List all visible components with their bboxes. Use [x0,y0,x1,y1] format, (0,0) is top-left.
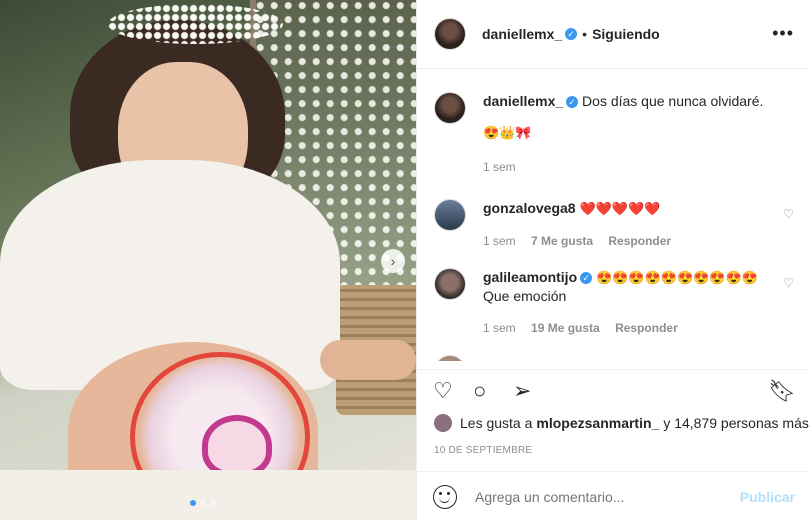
caption-emojis: 😍👑🎀 [483,125,532,140]
likes-prefix: Les gusta a [460,415,533,431]
author-username[interactable]: daniellemx_ [482,26,562,42]
carousel-indicator [190,500,216,506]
commenter-avatar[interactable] [434,355,466,361]
comment-body: gonzalovega8 ❤️❤️❤️❤️❤️ 1 sem 7 Me gusta… [483,199,773,250]
comment-meta: 1 sem 7 Me gusta Responder [483,232,773,250]
photo-flower-crown [108,4,283,44]
comment-likes[interactable]: 19 Me gusta [531,321,600,335]
comment-time[interactable]: 1 sem [483,234,516,248]
bookmark-icon[interactable]: 🔖︎ [768,378,796,404]
comment-meta: 1 sem 19 Me gusta Responder [483,319,773,337]
post-header: daniellemx_ ✓ • Siguiendo ••• [417,0,809,69]
carousel-dot [200,500,206,506]
comment-text-line2: Que emoción [483,288,567,304]
reply-button[interactable]: Responder [608,234,671,248]
instagram-post: › daniellemx_ ✓ • Siguiendo ••• danielle… [0,0,809,520]
commenter-avatar[interactable] [434,268,466,300]
comment-body: galileamontijo ✓ 😍😍😍😍😍😍😍😍😍😍 Que emoción 1… [483,268,773,337]
more-options-icon[interactable]: ••• [772,23,794,44]
post-date[interactable]: 10 DE SEPTIEMBRE [434,445,532,456]
comment-bubble-icon[interactable]: ○ [473,378,486,404]
comment-time[interactable]: 1 sem [483,321,516,335]
post-photo[interactable]: › [0,0,416,520]
comment-input[interactable] [473,487,727,506]
comment-username[interactable]: galileamontijo [483,269,577,285]
like-comment-heart-icon[interactable]: ♡ [783,207,794,221]
carousel-dot-active [190,500,196,506]
chevron-right-icon: › [390,253,396,269]
likes-suffix[interactable]: y 14,879 personas más [663,415,809,431]
photo-pants [0,470,416,520]
verified-badge-icon: ✓ [580,272,593,284]
comments-list[interactable]: daniellemx_ ✓ Dos días que nunca olvidaré… [417,69,809,361]
caption-text: Dos días que nunca olvidaré. [582,93,764,109]
comment-username[interactable]: gonzalovega8 [483,200,576,216]
header-separator: • [582,26,588,42]
caption-username[interactable]: daniellemx_ [483,93,563,109]
publish-button[interactable]: Publicar [740,489,795,505]
verified-badge-icon: ✓ [565,28,578,40]
verified-badge-icon: ✓ [566,96,579,108]
caption-body: daniellemx_ ✓ Dos días que nunca olvidaré… [483,92,773,176]
post-side-panel: daniellemx_ ✓ • Siguiendo ••• daniellemx… [416,0,809,520]
reply-button[interactable]: Responder [615,321,678,335]
carousel-next-button[interactable]: › [381,249,405,273]
post-actions: ♡ ○ ➢ 🔖︎ [417,369,809,410]
liker-avatar [434,414,452,432]
photo-painted-heart [202,415,272,477]
share-paper-plane-icon[interactable]: ➢ [513,378,531,404]
carousel-dot [210,500,216,506]
likes-user[interactable]: mlopezsanmartin_ [536,415,659,431]
comment-composer: Publicar [417,471,809,521]
commenter-avatar[interactable] [434,199,466,231]
caption-time[interactable]: 1 sem [483,158,773,176]
likes-summary[interactable]: Les gusta a mlopezsanmartin_ y 14,879 pe… [434,414,809,432]
caption-avatar[interactable] [434,92,466,124]
comment-text: 😍😍😍😍😍😍😍😍😍😍 [596,270,758,285]
photo-arm [320,340,416,380]
like-comment-heart-icon[interactable]: ♡ [783,276,794,290]
following-button[interactable]: Siguiendo [592,26,660,42]
comment-text: ❤️❤️❤️❤️❤️ [579,201,661,216]
emoji-smile-icon[interactable] [433,484,457,509]
comment-likes[interactable]: 7 Me gusta [531,234,593,248]
like-heart-icon[interactable]: ♡ [433,378,453,404]
author-avatar[interactable] [434,18,466,50]
